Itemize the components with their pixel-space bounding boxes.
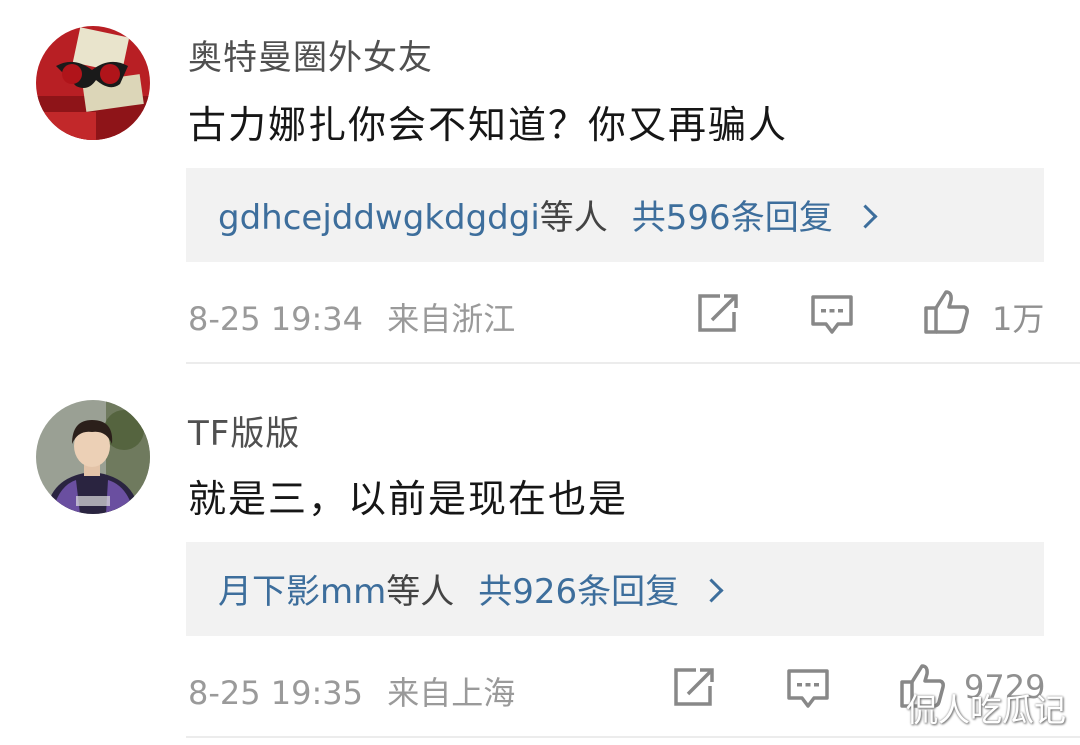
avatar[interactable] — [36, 26, 150, 140]
reply-summary-text: 月下影mm等人 共926条回复 — [218, 564, 724, 613]
comment-meta: 8-25 19:35 来自上海 — [188, 668, 515, 714]
reply-summary-text: gdhcejddwgkdgdgi等人 共596条回复 — [218, 190, 878, 239]
share-icon[interactable] — [696, 292, 740, 338]
timestamp: 8-25 19:34 — [188, 300, 364, 338]
reply-summary[interactable]: 月下影mm等人 共926条回复 — [186, 542, 1044, 636]
username[interactable]: 奥特曼圈外女友 — [188, 30, 433, 79]
comment-text: 就是三，以前是现在也是 — [188, 477, 629, 521]
thumbs-up-icon[interactable] — [922, 288, 970, 340]
reply-count[interactable]: 共926条回复 — [478, 572, 679, 612]
username[interactable]: TF版版 — [188, 406, 300, 455]
watermark: 侃人吃瓜记 — [905, 691, 1066, 729]
reply-count[interactable]: 共596条回复 — [632, 198, 833, 238]
comment-text: 古力娜扎你会不知道？你又再骗人 — [188, 103, 789, 147]
comment-icon[interactable] — [786, 668, 830, 714]
share-icon[interactable] — [672, 666, 716, 712]
comment-icon[interactable] — [810, 294, 854, 340]
avatar[interactable] — [36, 400, 150, 514]
timestamp: 8-25 19:35 — [188, 674, 364, 712]
chevron-right-icon — [853, 204, 878, 229]
like-count: 1万 — [992, 300, 1045, 338]
reply-users[interactable]: 月下影mm — [218, 572, 386, 612]
comment-meta: 8-25 19:34 来自浙江 — [188, 294, 515, 340]
chevron-right-icon — [699, 578, 724, 603]
reply-users[interactable]: gdhcejddwgkdgdgi — [218, 198, 540, 238]
location: 来自上海 — [387, 674, 516, 712]
reply-summary[interactable]: gdhcejddwgkdgdgi等人 共596条回复 — [186, 168, 1044, 262]
reply-users-suffix: 等人 — [539, 198, 608, 238]
divider — [186, 362, 1080, 364]
divider — [186, 736, 1080, 738]
reply-users-suffix: 等人 — [386, 572, 455, 612]
location: 来自浙江 — [387, 300, 516, 338]
